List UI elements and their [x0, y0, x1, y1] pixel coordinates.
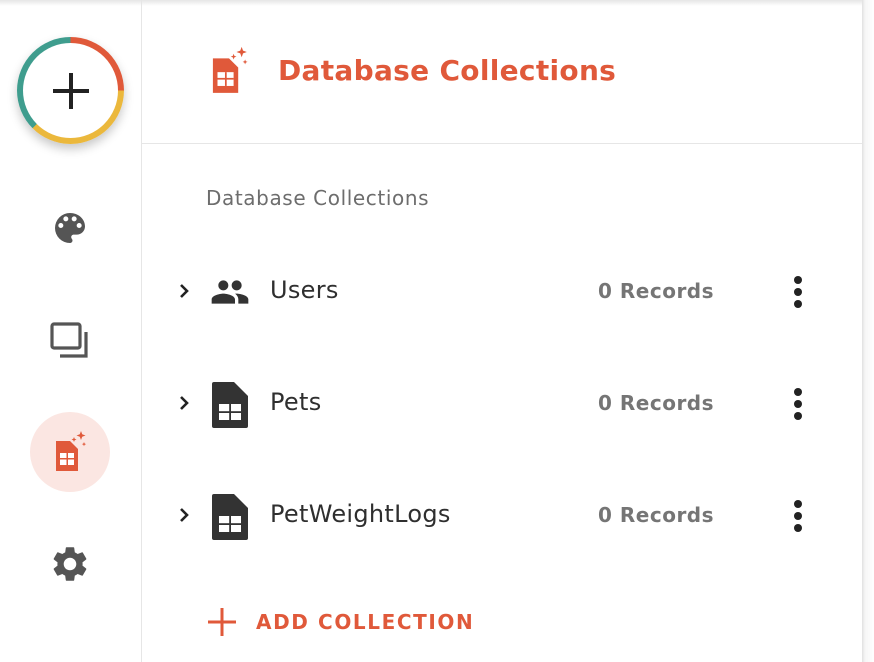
collection-record-count: 0 Records	[598, 279, 715, 303]
people-icon	[211, 280, 249, 304]
palette-icon	[55, 213, 85, 243]
database-sheet-icon	[212, 46, 248, 93]
right-edge-shadow	[862, 0, 874, 662]
collection-row-petweightlogs[interactable]: PetWeightLogs 0 Records	[142, 476, 862, 556]
main-panel: Database Collections Database Collection…	[142, 0, 862, 662]
more-vert-icon	[794, 276, 802, 308]
gear-icon	[53, 547, 87, 581]
chevron-right-icon[interactable]	[173, 280, 195, 302]
rail-item-pages[interactable]	[30, 302, 110, 382]
header-icon-wrap	[206, 44, 252, 102]
more-vert-icon	[794, 388, 802, 420]
sheet-icon	[212, 382, 248, 428]
collection-menu-button[interactable]	[782, 380, 814, 428]
rail-item-theme[interactable]	[30, 188, 110, 268]
collection-row-pets[interactable]: Pets 0 Records	[142, 364, 862, 444]
plus-icon	[208, 608, 236, 636]
sheet-icon	[212, 494, 248, 540]
panel-header: Database Collections	[142, 0, 862, 144]
layers-icon	[50, 322, 88, 358]
rail-item-settings[interactable]	[30, 524, 110, 604]
add-fab-button[interactable]	[17, 37, 124, 144]
collection-row-users[interactable]: Users 0 Records	[142, 252, 862, 332]
section-label: Database Collections	[206, 186, 430, 210]
rail-item-database[interactable]	[30, 412, 110, 492]
add-collection-button[interactable]: ADD COLLECTION	[206, 602, 474, 642]
add-fab-inner	[23, 43, 118, 138]
collection-name: Users	[270, 276, 339, 304]
collection-name: PetWeightLogs	[270, 500, 451, 528]
add-collection-label: ADD COLLECTION	[256, 610, 475, 634]
more-vert-icon	[794, 500, 802, 532]
chevron-right-icon[interactable]	[173, 504, 195, 526]
collection-menu-button[interactable]	[782, 492, 814, 540]
nav-rail	[0, 0, 141, 662]
plus-icon	[52, 72, 89, 109]
collection-menu-button[interactable]	[782, 268, 814, 316]
collection-name: Pets	[270, 388, 322, 416]
page-title: Database Collections	[278, 54, 617, 87]
chevron-right-icon[interactable]	[173, 392, 195, 414]
database-sheet-icon	[56, 431, 87, 471]
app-window: Database Collections Database Collection…	[0, 0, 874, 662]
collection-record-count: 0 Records	[598, 391, 715, 415]
collection-record-count: 0 Records	[598, 503, 715, 527]
